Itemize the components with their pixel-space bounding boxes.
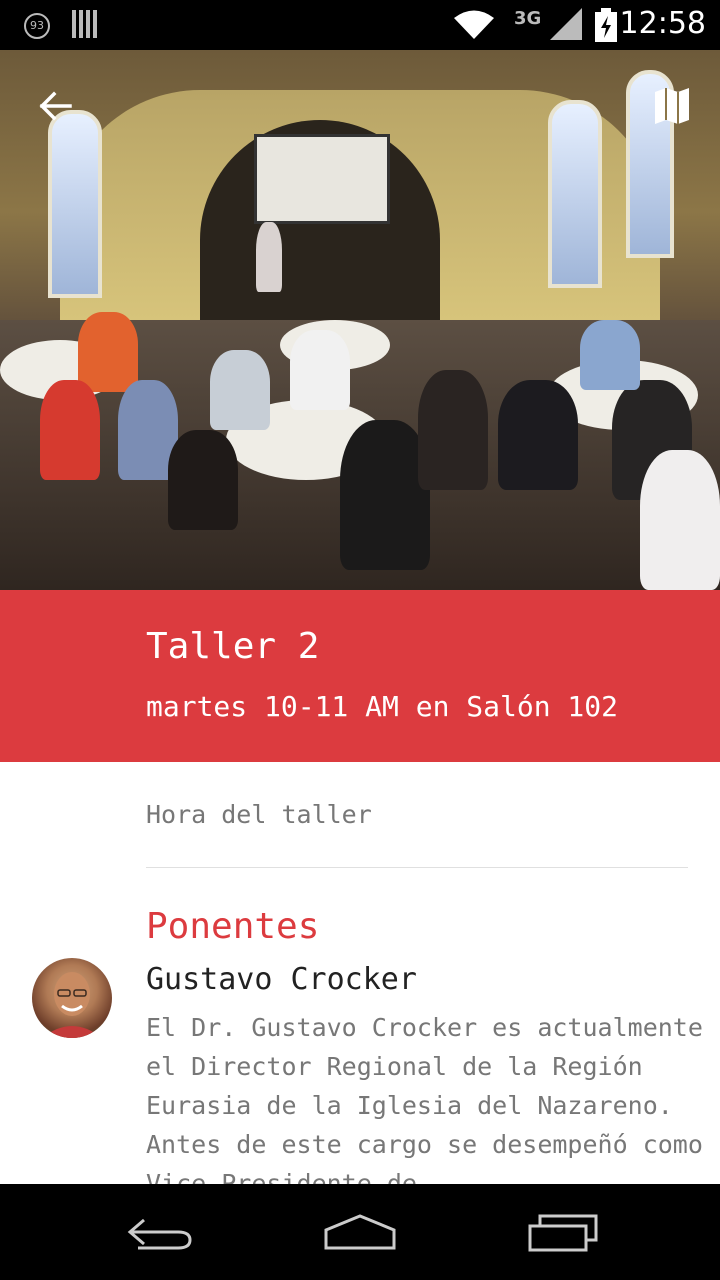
event-schedule: martes 10-11 AM en Salón 102 [146, 690, 619, 723]
avatar [32, 958, 112, 1038]
barcode-notification-icon [72, 10, 98, 38]
notification-count-icon: 93 [24, 13, 50, 39]
nav-recents-button[interactable] [522, 1208, 602, 1256]
event-header: Taller 2 martes 10-11 AM en Salón 102 [0, 590, 720, 762]
map-icon [655, 88, 689, 124]
status-bar: 93 3G 12:58 [0, 0, 720, 50]
clock: 12:58 [619, 6, 706, 41]
map-button[interactable] [652, 86, 692, 126]
nav-home-button[interactable] [320, 1208, 400, 1256]
navigation-bar [0, 1184, 720, 1280]
divider [146, 867, 688, 868]
speakers-heading: Ponentes [146, 906, 320, 947]
hero-image [0, 50, 720, 590]
nav-back-button[interactable] [120, 1208, 200, 1256]
battery-charging-icon [595, 8, 617, 42]
nav-home-icon [324, 1214, 396, 1250]
signal-icon [550, 8, 582, 40]
session-time-label: Hora del taller [146, 800, 372, 829]
nav-back-icon [127, 1218, 192, 1250]
arrow-left-icon [39, 91, 72, 121]
event-title: Taller 2 [146, 626, 320, 667]
speaker-bio: El Dr. Gustavo Crocker es actualmente el… [146, 1013, 703, 1184]
network-type-label: 3G [514, 8, 542, 29]
back-button[interactable] [36, 86, 76, 126]
speaker-name: Gustavo Crocker [146, 962, 417, 997]
nav-recents-icon [528, 1214, 598, 1252]
wifi-icon [454, 10, 494, 39]
